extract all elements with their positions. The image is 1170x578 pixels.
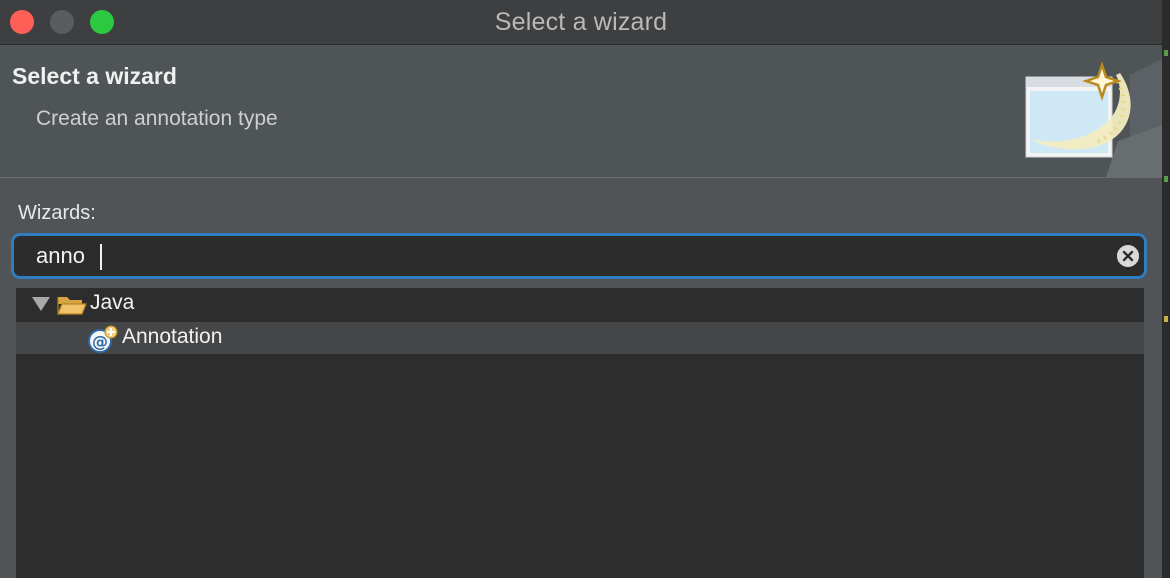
background-editor-strip: [1162, 0, 1170, 578]
wizard-tree[interactable]: Java @ Annotation: [16, 288, 1144, 578]
tree-node-label: Java: [90, 291, 135, 314]
page-title: Select a wizard: [12, 63, 177, 89]
tree-node-java[interactable]: Java: [16, 288, 1144, 320]
wizard-dialog: Select a wizard Select a wizard Create a…: [0, 0, 1162, 578]
page-description: Create an annotation type: [36, 107, 278, 130]
disclosure-triangle-icon[interactable]: [32, 297, 50, 311]
title-bar[interactable]: Select a wizard: [0, 0, 1162, 45]
clear-icon[interactable]: [1117, 245, 1139, 267]
text-caret: [100, 244, 102, 270]
open-folder-icon: [57, 297, 87, 315]
wizard-filter-input[interactable]: [36, 242, 1096, 270]
wizard-header: Select a wizard Create an annotation typ…: [0, 45, 1162, 178]
annotation-icon: @: [88, 325, 118, 353]
wizard-filter-field[interactable]: [11, 233, 1147, 279]
window-title: Select a wizard: [494, 8, 668, 36]
tree-node-label: Annotation: [122, 325, 223, 348]
new-wizard-icon: [1025, 59, 1162, 177]
wizards-label: Wizards:: [18, 202, 96, 224]
tree-node-annotation[interactable]: @ Annotation: [16, 322, 1144, 354]
